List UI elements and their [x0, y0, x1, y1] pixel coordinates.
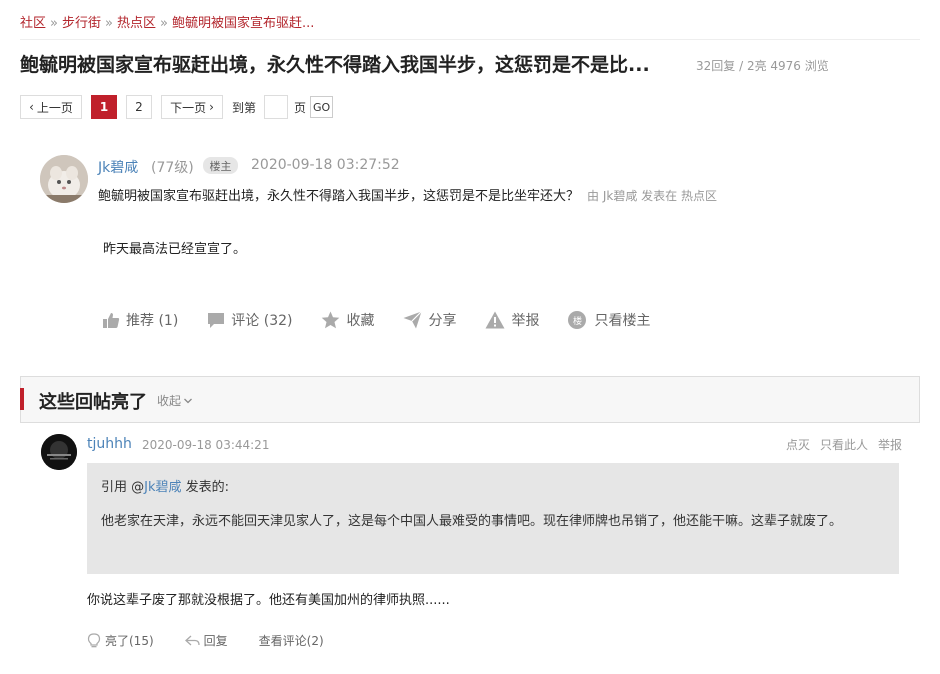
- op-badge: 楼主: [203, 157, 238, 174]
- avatar[interactable]: [40, 155, 88, 203]
- only-this-user-link[interactable]: 只看此人: [820, 436, 868, 453]
- report-label: 举报: [511, 313, 540, 329]
- favorite-label: 收藏: [346, 313, 375, 329]
- page-button-1[interactable]: 1: [91, 95, 117, 119]
- quote-author-link[interactable]: Jk碧咸: [144, 480, 181, 495]
- post-time: 2020-09-18 03:27:52: [251, 157, 400, 173]
- reply-arrow-icon: [184, 635, 200, 645]
- collapse-label: 收起: [157, 394, 182, 408]
- next-page-button[interactable]: 下一页 ›: [161, 95, 223, 119]
- post-author[interactable]: Jk碧咸: [98, 157, 138, 177]
- pagination: ‹ 上一页 1 2 下一页 › 到第 页 GO: [20, 95, 334, 119]
- page-title: 鲍毓明被国家宣布驱赶出境，永久性不得踏入我国半步，这惩罚是不是比...: [20, 54, 650, 76]
- goto-page-input[interactable]: [264, 95, 289, 119]
- quote-prefix: 引用 @: [101, 480, 145, 495]
- breadcrumb-current-post[interactable]: 鲍毓明被国家宣布驱赶...: [172, 16, 314, 31]
- page-unit-label: 页: [294, 100, 307, 115]
- breadcrumb-separator: »: [159, 16, 168, 31]
- reply-body: 你说这辈子废了那就没根据了。他还有美国加州的律师执照......: [87, 593, 450, 608]
- post-body: 昨天最高法已经宣宣了。: [103, 242, 247, 257]
- report-button[interactable]: 举报: [485, 310, 539, 330]
- only-op-button[interactable]: 楼 只看楼主: [568, 310, 650, 330]
- post-stats: 32回复 / 2亮 4976 浏览: [696, 59, 829, 73]
- share-button[interactable]: 分享: [403, 310, 456, 330]
- lightbulb-icon: [87, 632, 101, 647]
- goto-label: 到第: [232, 100, 257, 115]
- chevron-down-icon: [184, 398, 192, 403]
- comment-label: 评论 (32): [231, 313, 293, 329]
- breadcrumb-separator: »: [50, 16, 58, 31]
- section-accent-bar: [20, 388, 24, 410]
- recommend-button[interactable]: 推荐 (1): [102, 310, 178, 330]
- breadcrumb-pedestrian-street[interactable]: 步行街: [62, 16, 101, 31]
- recommend-label: 推荐 (1): [126, 313, 179, 329]
- favorite-button[interactable]: 收藏: [321, 310, 374, 330]
- reply-button[interactable]: 回复: [184, 632, 228, 649]
- breadcrumb: 社区» 步行街» 热点区» 鲍毓明被国家宣布驱赶...: [20, 12, 314, 31]
- view-comments-button[interactable]: 查看评论(2): [259, 632, 324, 649]
- reply-actions: 亮了(15) 回复 查看评论(2): [87, 632, 355, 649]
- view-comments-label: 查看评论(2): [258, 634, 324, 648]
- comment-button[interactable]: 评论 (32): [207, 310, 292, 330]
- breadcrumb-community[interactable]: 社区: [20, 16, 46, 31]
- breadcrumb-hot-zone[interactable]: 热点区: [117, 16, 156, 31]
- quote-header: 引用 @Jk碧咸 发表的:: [101, 476, 229, 495]
- post-meta: 由 Jk碧咸 发表在 热点区: [587, 189, 717, 203]
- quote-suffix: 发表的:: [181, 480, 230, 495]
- warning-icon: [485, 311, 505, 329]
- chevron-right-icon: ›: [209, 100, 214, 114]
- prev-page-button[interactable]: ‹ 上一页: [20, 95, 82, 119]
- breadcrumb-divider: [20, 39, 920, 40]
- chevron-left-icon: ‹: [29, 100, 34, 114]
- reply-ops: 点灭 只看此人 举报: [786, 436, 902, 453]
- likes-count: 亮了(15): [105, 634, 154, 648]
- avatar[interactable]: [41, 434, 77, 470]
- collapse-toggle[interactable]: 收起: [157, 392, 193, 409]
- thumbs-up-icon: [103, 313, 120, 328]
- reply-label: 回复: [203, 634, 228, 648]
- share-label: 分享: [428, 313, 457, 329]
- comment-icon: [208, 313, 225, 328]
- quote-body: 他老家在天津，永远不能回天津见家人了，这是每个中国人最难受的事情吧。现在律师牌也…: [101, 514, 843, 529]
- dislike-link[interactable]: 点灭: [786, 436, 810, 453]
- post-actions: 推荐 (1) 评论 (32) 收藏 分享 举报 楼 只看楼主: [102, 308, 679, 332]
- next-page-label: 下一页: [170, 100, 207, 115]
- post-subtitle: 鲍毓明被国家宣布驱赶出境，永久性不得踏入我国半步，这惩罚是不是比坐牢还大？ 由 J…: [98, 185, 717, 204]
- reply-time: 2020-09-18 03:44:21: [142, 438, 270, 452]
- prev-page-label: 上一页: [36, 100, 73, 115]
- author-level: (77级): [151, 160, 194, 176]
- highlight-section-title: 这些回帖亮了: [39, 392, 147, 413]
- reply-author[interactable]: tjuhhh: [87, 436, 132, 452]
- breadcrumb-separator: »: [105, 16, 113, 31]
- report-reply-link[interactable]: 举报: [878, 436, 902, 453]
- post-subtitle-text: 鲍毓明被国家宣布驱赶出境，永久性不得踏入我国半步，这惩罚是不是比坐牢还大？: [98, 189, 580, 204]
- only-op-label: 只看楼主: [594, 313, 651, 329]
- light-up-button[interactable]: 亮了(15): [87, 632, 154, 649]
- page-button-2[interactable]: 2: [126, 95, 152, 119]
- share-icon: [403, 311, 423, 329]
- op-icon: 楼: [568, 311, 587, 329]
- go-button[interactable]: GO: [310, 96, 334, 118]
- star-icon: [322, 311, 340, 329]
